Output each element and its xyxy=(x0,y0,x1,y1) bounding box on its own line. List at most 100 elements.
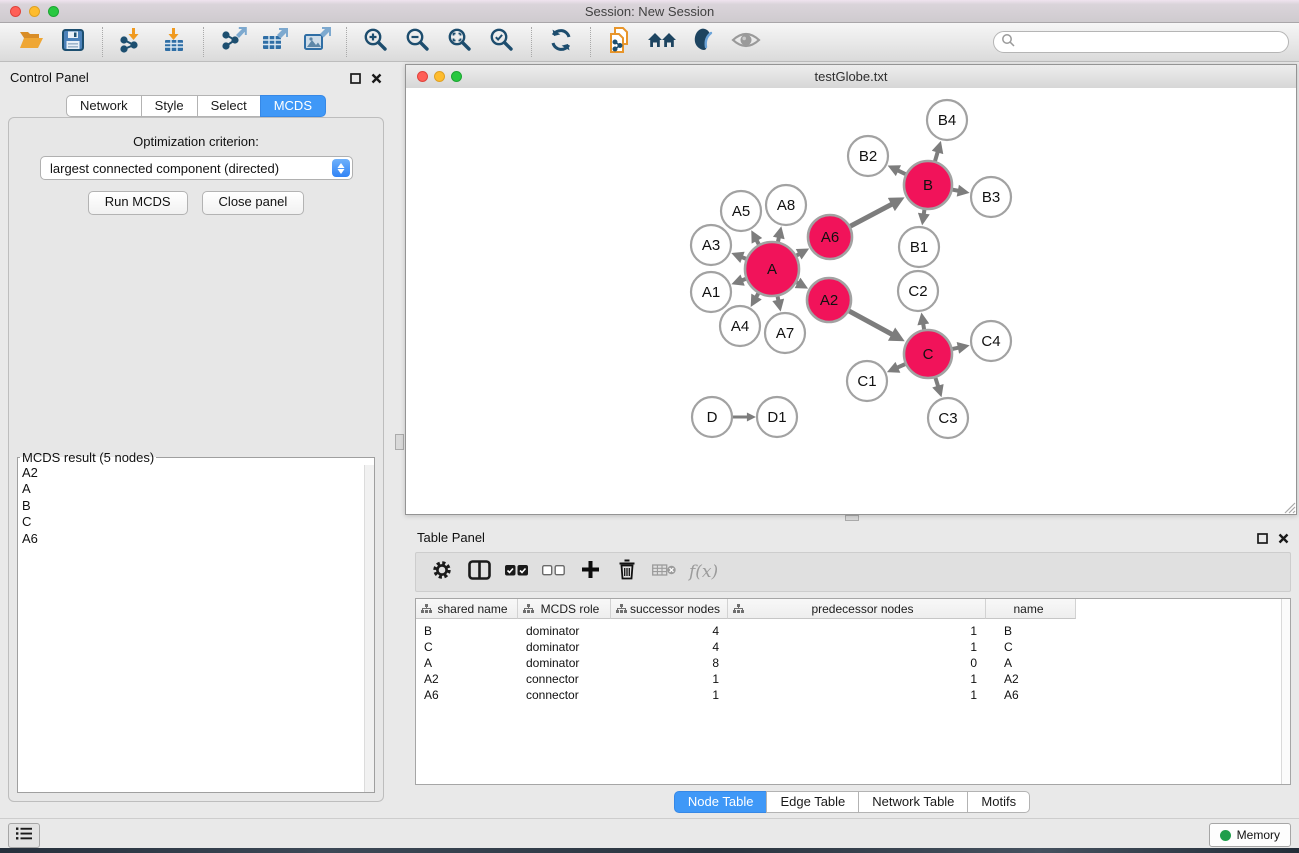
result-item[interactable]: A xyxy=(18,481,374,497)
graph-edge-B-B1[interactable] xyxy=(924,210,925,215)
cell-predecessor-nodes[interactable]: 1 xyxy=(728,640,986,654)
divider-grabber[interactable] xyxy=(395,434,404,450)
run-mcds-button[interactable]: Run MCDS xyxy=(88,191,188,215)
result-item[interactable]: A6 xyxy=(18,531,374,547)
graph-node-A2[interactable]: A2 xyxy=(807,278,851,322)
graph-edge-A-A8[interactable] xyxy=(778,237,779,242)
graph-node-A6[interactable]: A6 xyxy=(808,215,852,259)
import-network-button[interactable] xyxy=(116,26,148,58)
deselect-all-button[interactable] xyxy=(541,560,565,584)
graph-edge-B-B2[interactable] xyxy=(897,170,905,174)
memory-button[interactable]: Memory xyxy=(1209,823,1291,847)
tab-style[interactable]: Style xyxy=(141,95,198,117)
column-settings-button[interactable] xyxy=(430,560,454,584)
cell-successor-nodes[interactable]: 4 xyxy=(611,624,728,638)
graph-node-B[interactable]: B xyxy=(904,161,952,209)
graph-edge-C-C4[interactable] xyxy=(952,348,959,349)
graph-edge-C-C2[interactable] xyxy=(923,323,924,329)
graph-edge-A-A2[interactable] xyxy=(797,282,799,283)
cell-MCDS-role[interactable]: connector xyxy=(518,688,611,702)
graph-node-A7[interactable]: A7 xyxy=(765,313,805,353)
graph-edge-A2-C[interactable] xyxy=(849,311,893,335)
graph-node-A8[interactable]: A8 xyxy=(766,185,806,225)
graph-edge-A6-B[interactable] xyxy=(850,204,892,226)
zoom-fit-button[interactable] xyxy=(444,26,476,58)
cell-shared-name[interactable]: B xyxy=(416,624,518,638)
create-column-button[interactable] xyxy=(578,560,602,584)
cell-MCDS-role[interactable]: dominator xyxy=(518,656,611,670)
graph-edge-A-A5[interactable] xyxy=(756,240,758,245)
graph-node-B2[interactable]: B2 xyxy=(848,136,888,176)
table-row[interactable]: A2connector11A2 xyxy=(416,671,1290,687)
horizontal-split-divider[interactable] xyxy=(405,515,1299,522)
cell-name[interactable]: A6 xyxy=(986,688,1076,702)
import-table-button[interactable] xyxy=(158,26,190,58)
column-header-successor-nodes[interactable]: successor nodes xyxy=(611,599,728,619)
graph-node-D[interactable]: D xyxy=(692,397,732,437)
clone-network-button[interactable] xyxy=(604,26,636,58)
export-network-button[interactable] xyxy=(217,26,249,58)
graph-edge-B-B4[interactable] xyxy=(935,151,938,161)
vizmapper-button[interactable] xyxy=(688,26,720,58)
resize-grip-icon[interactable] xyxy=(1283,501,1296,514)
close-panel-icon[interactable] xyxy=(1278,531,1289,549)
cell-name[interactable]: B xyxy=(986,624,1076,638)
cell-successor-nodes[interactable]: 4 xyxy=(611,640,728,654)
result-item[interactable]: A2 xyxy=(18,465,374,481)
column-header-predecessor-nodes[interactable]: predecessor nodes xyxy=(728,599,986,619)
graph-edge-A-A4[interactable] xyxy=(756,293,758,297)
cell-shared-name[interactable]: A xyxy=(416,656,518,670)
export-table-button[interactable] xyxy=(259,26,291,58)
graph-node-B1[interactable]: B1 xyxy=(899,227,939,267)
show-columns-button[interactable] xyxy=(467,560,491,584)
cell-shared-name[interactable]: A2 xyxy=(416,672,518,686)
cell-successor-nodes[interactable]: 8 xyxy=(611,656,728,670)
cell-name[interactable]: A2 xyxy=(986,672,1076,686)
graph-node-A3[interactable]: A3 xyxy=(691,225,731,265)
search-input[interactable] xyxy=(1015,34,1288,50)
result-scrollbar[interactable] xyxy=(364,465,374,792)
search-box[interactable] xyxy=(993,31,1289,53)
open-session-button[interactable] xyxy=(15,26,47,58)
graph-node-A1[interactable]: A1 xyxy=(691,272,731,312)
close-panel-icon[interactable] xyxy=(371,71,382,89)
tab-mcds[interactable]: MCDS xyxy=(260,95,326,117)
cell-successor-nodes[interactable]: 1 xyxy=(611,688,728,702)
refresh-layout-button[interactable] xyxy=(545,26,577,58)
graph-node-C1[interactable]: C1 xyxy=(847,361,887,401)
table-row[interactable]: Adominator80A xyxy=(416,655,1290,671)
column-header-name[interactable]: name xyxy=(986,599,1076,619)
tab-motifs[interactable]: Motifs xyxy=(967,791,1030,813)
graph-node-A5[interactable]: A5 xyxy=(721,191,761,231)
result-item[interactable]: B xyxy=(18,498,374,514)
table-row[interactable]: Cdominator41C xyxy=(416,639,1290,655)
graph-edge-C-C1[interactable] xyxy=(897,364,905,368)
tab-select[interactable]: Select xyxy=(197,95,261,117)
graph-node-B4[interactable]: B4 xyxy=(927,100,967,140)
column-header-shared-name[interactable]: shared name xyxy=(416,599,518,619)
cell-name[interactable]: A xyxy=(986,656,1076,670)
float-panel-icon[interactable] xyxy=(350,71,361,89)
vertical-split-divider[interactable] xyxy=(392,62,405,818)
graph-edge-A-A7[interactable] xyxy=(778,296,779,301)
select-all-button[interactable] xyxy=(504,560,528,584)
function-builder-button[interactable]: f(x) xyxy=(689,560,718,584)
network-canvas[interactable]: AA1A2A3A4A5A6A7A8BB1B2B3B4CC1C2C3C4DD1 xyxy=(406,88,1296,514)
graph-edge-C-C3[interactable] xyxy=(935,378,938,387)
zoom-out-button[interactable] xyxy=(402,26,434,58)
cell-MCDS-role[interactable]: connector xyxy=(518,672,611,686)
close-panel-button[interactable]: Close panel xyxy=(202,191,305,215)
table-scrollbar[interactable] xyxy=(1281,599,1290,784)
float-panel-icon[interactable] xyxy=(1257,531,1268,549)
cell-MCDS-role[interactable]: dominator xyxy=(518,624,611,638)
cell-shared-name[interactable]: C xyxy=(416,640,518,654)
cell-successor-nodes[interactable]: 1 xyxy=(611,672,728,686)
graph-edge-A-A1[interactable] xyxy=(742,279,746,281)
cell-predecessor-nodes[interactable]: 1 xyxy=(728,672,986,686)
graph-node-C4[interactable]: C4 xyxy=(971,321,1011,361)
divider-grabber[interactable] xyxy=(845,515,859,521)
table-row[interactable]: Bdominator41B xyxy=(416,623,1290,639)
cell-MCDS-role[interactable]: dominator xyxy=(518,640,611,654)
column-header-MCDS-role[interactable]: MCDS role xyxy=(518,599,611,619)
graph-node-A4[interactable]: A4 xyxy=(720,306,760,346)
